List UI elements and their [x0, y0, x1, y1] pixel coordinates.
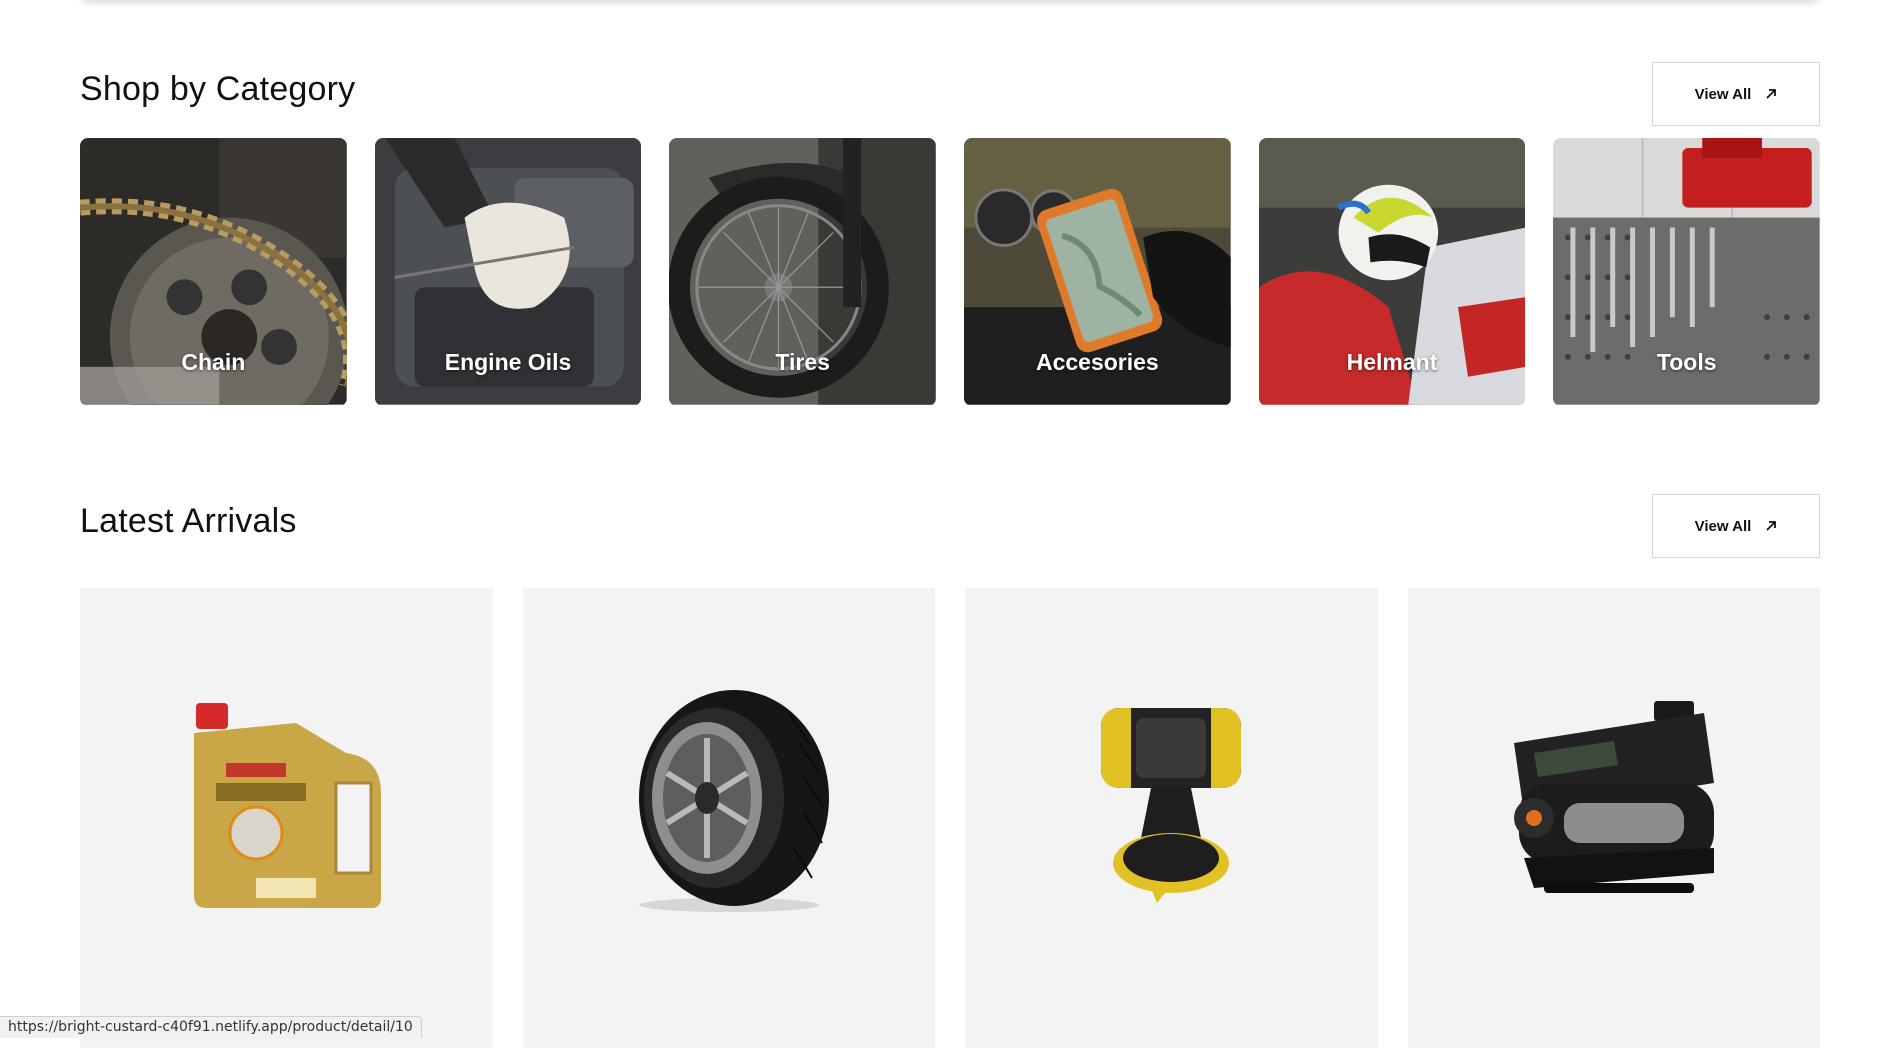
view-all-label: View All — [1695, 518, 1752, 535]
product-card[interactable] — [965, 588, 1378, 1048]
category-card-chain[interactable]: Chain — [80, 138, 347, 406]
category-card-engine-oils[interactable]: Engine Oils — [375, 138, 642, 406]
category-label: Helmant — [1259, 349, 1526, 376]
category-grid: Chain Engine Oils — [80, 138, 1820, 406]
arrow-up-right-icon — [1765, 88, 1777, 100]
phone-holder-icon — [1091, 688, 1251, 908]
category-label: Engine Oils — [375, 349, 642, 376]
status-bar-url: https://bright-custard-c40f91.netlify.ap… — [0, 1016, 422, 1038]
category-card-tools[interactable]: Tools — [1553, 138, 1820, 406]
view-all-button[interactable]: View All — [1652, 62, 1820, 126]
category-card-accesories[interactable]: Accesories — [964, 138, 1231, 406]
car-tire-icon — [619, 683, 839, 913]
arrivals-header: Latest Arrivals View All — [80, 494, 1820, 574]
product-card[interactable] — [80, 588, 493, 1048]
air-compressor-icon — [1504, 693, 1724, 903]
product-grid — [80, 588, 1820, 1048]
category-section: Shop by Category View All Chain — [80, 62, 1820, 434]
category-label: Chain — [80, 349, 347, 376]
product-card[interactable] — [523, 588, 936, 1048]
section-title: Latest Arrivals — [80, 502, 297, 541]
section-title: Shop by Category — [80, 70, 355, 109]
category-label: Tires — [669, 349, 936, 376]
category-label: Tools — [1553, 349, 1820, 376]
arrow-up-right-icon — [1765, 520, 1777, 532]
castrol-edge-oil-can-icon — [186, 683, 386, 913]
view-all-label: View All — [1695, 86, 1752, 103]
category-label: Accesories — [964, 349, 1231, 376]
view-all-button[interactable]: View All — [1652, 494, 1820, 558]
category-card-helmant[interactable]: Helmant — [1259, 138, 1526, 406]
product-card[interactable] — [1408, 588, 1821, 1048]
category-card-tires[interactable]: Tires — [669, 138, 936, 406]
